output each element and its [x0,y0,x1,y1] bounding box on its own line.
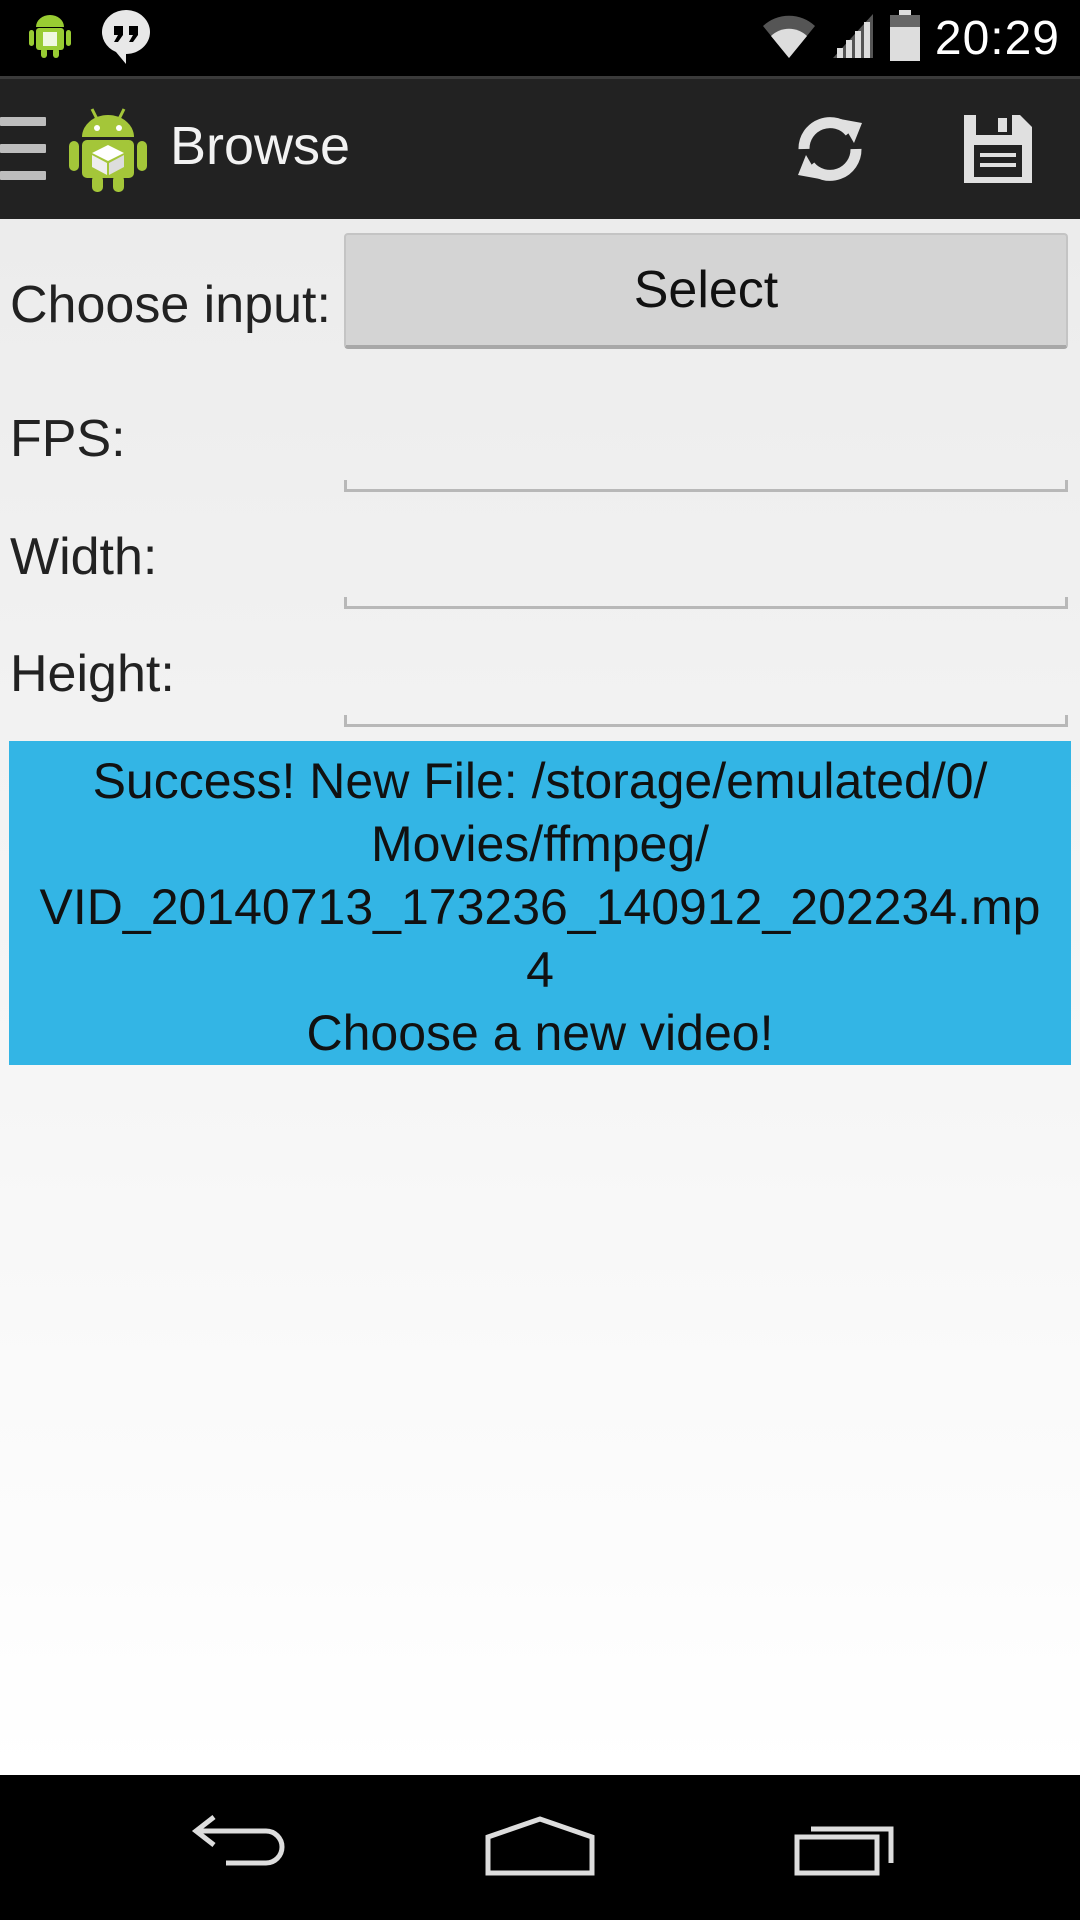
navigation-bar [0,1775,1080,1920]
height-label: Height: [10,645,175,703]
fps-label: FPS: [10,410,126,468]
height-row: Height: [0,644,1080,754]
width-row: Width: [0,527,1080,637]
choose-input-label: Choose input: [10,276,331,334]
recents-icon[interactable] [785,1807,905,1887]
message-line: Movies/ffmpeg/ [370,816,710,872]
select-button[interactable]: Select [344,233,1068,349]
height-field[interactable] [344,687,1068,727]
status-bar: 20:29 [0,0,1080,76]
save-icon[interactable] [958,109,1038,189]
battery-icon [889,9,921,67]
width-label: Width: [10,528,158,586]
fps-row: FPS: [0,409,1080,519]
choose-input-row: Choose input: Select [0,233,1080,373]
drawer-menu-icon[interactable] [0,117,46,181]
status-message: Success! New File: /storage/emulated/0/ … [9,741,1071,1065]
page-title: Browse [170,116,351,176]
android-notification-icon [28,12,72,65]
clock: 20:29 [934,11,1060,65]
refresh-icon[interactable] [790,109,870,189]
message-line: Success! New File: /storage/emulated/0/ [92,753,988,809]
wifi-icon [761,12,817,65]
main-content: Choose input: Select FPS: Width: Height:… [0,219,1080,1775]
app-logo-icon[interactable] [68,103,148,193]
home-icon[interactable] [480,1807,600,1887]
message-line: VID_20140713_173236_140912_202234.mp [39,879,1041,935]
hangouts-icon [100,8,152,69]
action-bar: Browse [0,76,1080,219]
back-icon[interactable] [180,1807,300,1887]
width-field[interactable] [344,569,1068,609]
signal-icon [831,12,875,65]
system-status-area: 20:29 [761,0,1060,76]
notification-area [28,8,152,69]
message-line: Choose a new video! [306,1005,774,1061]
message-line: 4 [526,942,554,998]
fps-field[interactable] [344,452,1068,492]
